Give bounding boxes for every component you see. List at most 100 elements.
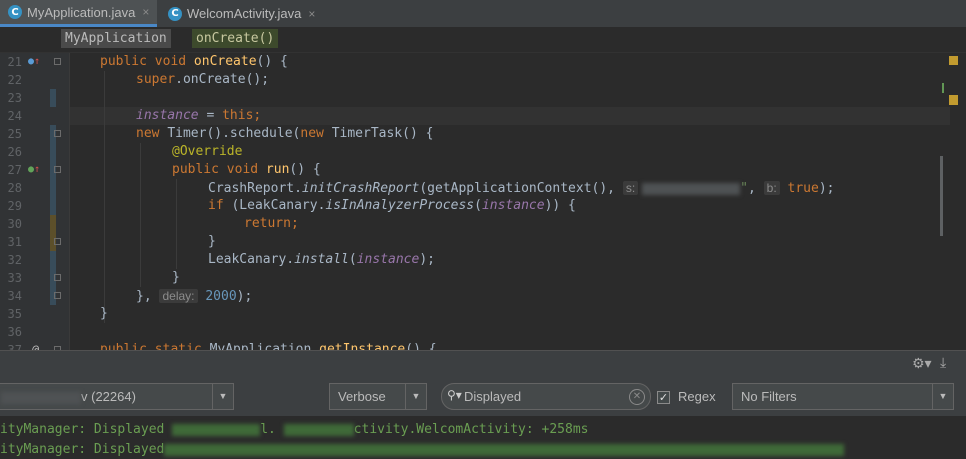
fold-marker-icon[interactable] [54, 238, 61, 245]
logcat-filter-bar: v (22264) ▼ Verbose ▼ ⚲▾ ✕ ✓ Regex No Fi… [0, 378, 966, 416]
line-number: 36 [7, 325, 22, 339]
gear-icon[interactable]: ⚙▾ [912, 356, 932, 372]
log-text: l. [260, 422, 284, 437]
code-token: new [136, 126, 168, 141]
log-line: ityManager: Displayed l. ctivity.WelcomA… [0, 421, 588, 439]
implement-marker-icon[interactable]: ●↑ [28, 161, 40, 179]
breadcrumb: MyApplication onCreate() [0, 27, 966, 53]
code-token: } [172, 270, 180, 285]
fold-marker-icon[interactable] [54, 166, 61, 173]
code-token: true [779, 181, 819, 196]
line-number: 22 [7, 73, 22, 87]
warning-marker[interactable] [949, 56, 958, 65]
line-number: 33 [7, 271, 22, 285]
breadcrumb-method[interactable]: onCreate() [192, 29, 279, 48]
close-icon[interactable]: × [308, 7, 315, 21]
redacted-text [642, 182, 741, 195]
log-text: ityManager: Displayed [0, 422, 173, 437]
code-token: instance [356, 252, 420, 267]
java-class-icon: C [168, 6, 182, 21]
annotation-marker-icon[interactable]: @ [32, 341, 39, 350]
code-line-25: new Timer().schedule(new TimerTask() { [136, 125, 433, 143]
breadcrumb-class[interactable]: MyApplication [61, 29, 171, 48]
code-token: new [300, 126, 332, 141]
code-token: () { [405, 342, 437, 350]
gutter-separator [69, 53, 70, 350]
redacted-text [172, 423, 261, 436]
close-icon[interactable]: × [142, 5, 149, 19]
logcat-output[interactable]: ityManager: Displayed l. ctivity.WelcomA… [0, 416, 966, 457]
editor-scrollbar[interactable] [940, 156, 943, 236]
regex-label: Regex [678, 389, 716, 404]
code-token: super [136, 72, 176, 87]
logcat-search[interactable]: ⚲▾ ✕ [441, 383, 651, 410]
filter-config-select[interactable]: No Filters ▼ [732, 383, 954, 410]
chevron-down-icon: ▼ [405, 384, 426, 409]
log-level-select[interactable]: Verbose ▼ [329, 383, 427, 410]
code-line-34: }, delay: 2000); [136, 287, 252, 305]
code-token: ); [818, 181, 835, 196]
fold-marker-icon[interactable] [54, 292, 61, 299]
code-token: TimerTask() { [331, 126, 434, 141]
filter-value: No Filters [741, 389, 797, 404]
regex-checkbox[interactable]: ✓ [657, 391, 670, 404]
code-editor[interactable]: 21 22 23 24 25 26 27 28 29 30 31 32 33 3… [0, 53, 966, 350]
parameter-hint: delay: [159, 289, 198, 303]
code-token: } [100, 306, 108, 321]
code-token: return [244, 216, 291, 231]
process-select[interactable]: v (22264) ▼ [0, 383, 234, 410]
code-token: this [222, 108, 254, 123]
code-token: if [208, 198, 232, 213]
code-token: .onCreate(); [175, 72, 270, 87]
code-token: } [208, 234, 216, 249]
code-token: public static [100, 342, 210, 350]
hide-panel-icon[interactable]: ⤓ [940, 355, 946, 371]
code-token: instance [136, 108, 199, 123]
line-number: 24 [7, 109, 22, 123]
line-number: 23 [7, 91, 22, 105]
fold-marker-icon[interactable] [54, 130, 61, 137]
indent-guide [104, 71, 105, 323]
fold-marker-icon[interactable] [54, 274, 61, 281]
code-line-26: @Override [172, 143, 242, 161]
logcat-toolbar: ⚙▾ ⤓ [0, 350, 966, 379]
editor-tab-bar: C MyApplication.java × C WelcomActivity.… [0, 0, 966, 28]
tab-welcomactivity-java[interactable]: C WelcomActivity.java × [164, 0, 315, 27]
code-token: () { [289, 162, 321, 177]
code-token: initCrashReport [301, 181, 420, 196]
code-token: MyApplication [209, 342, 320, 350]
line-number: 27 [7, 163, 22, 177]
line-number: 29 [7, 199, 22, 213]
code-line-22: super.onCreate(); [136, 71, 269, 89]
fold-marker-icon[interactable] [54, 58, 61, 65]
code-token: )) { [544, 198, 576, 213]
code-line-35: } [100, 305, 108, 323]
tab-label: WelcomActivity.java [187, 6, 302, 21]
code-line-37: public static MyApplication getInstance(… [100, 341, 437, 350]
code-token: ; [290, 216, 299, 231]
line-number: 30 [7, 217, 22, 231]
java-class-icon: C [8, 5, 22, 19]
indent-guide [176, 179, 177, 269]
code-token: public void [172, 162, 266, 177]
chevron-down-icon: ▼ [932, 384, 953, 409]
code-token: ( [348, 252, 357, 267]
tab-myapplication-java[interactable]: C MyApplication.java × [0, 0, 157, 27]
vcs-change-marker [50, 215, 56, 251]
change-marker [942, 83, 944, 93]
process-value: v (22264) [81, 389, 136, 404]
line-number: 28 [7, 181, 22, 195]
search-input[interactable] [464, 388, 624, 405]
warning-marker[interactable] [949, 95, 958, 105]
code-line-30: return; [244, 215, 299, 233]
log-text: ctivity.WelcomActivity: +258ms [353, 422, 589, 437]
search-icon[interactable]: ⚲▾ [447, 388, 462, 402]
tab-label: MyApplication.java [27, 4, 136, 20]
override-marker-icon[interactable]: ●↑ [28, 53, 40, 71]
code-token: isInAnalyzerProcess [325, 198, 475, 213]
code-line-21: public void onCreate() { [100, 53, 288, 71]
clear-icon[interactable]: ✕ [629, 389, 645, 405]
code-token: instance [481, 198, 545, 213]
indent-guide [140, 143, 141, 287]
code-token: install [294, 252, 349, 267]
